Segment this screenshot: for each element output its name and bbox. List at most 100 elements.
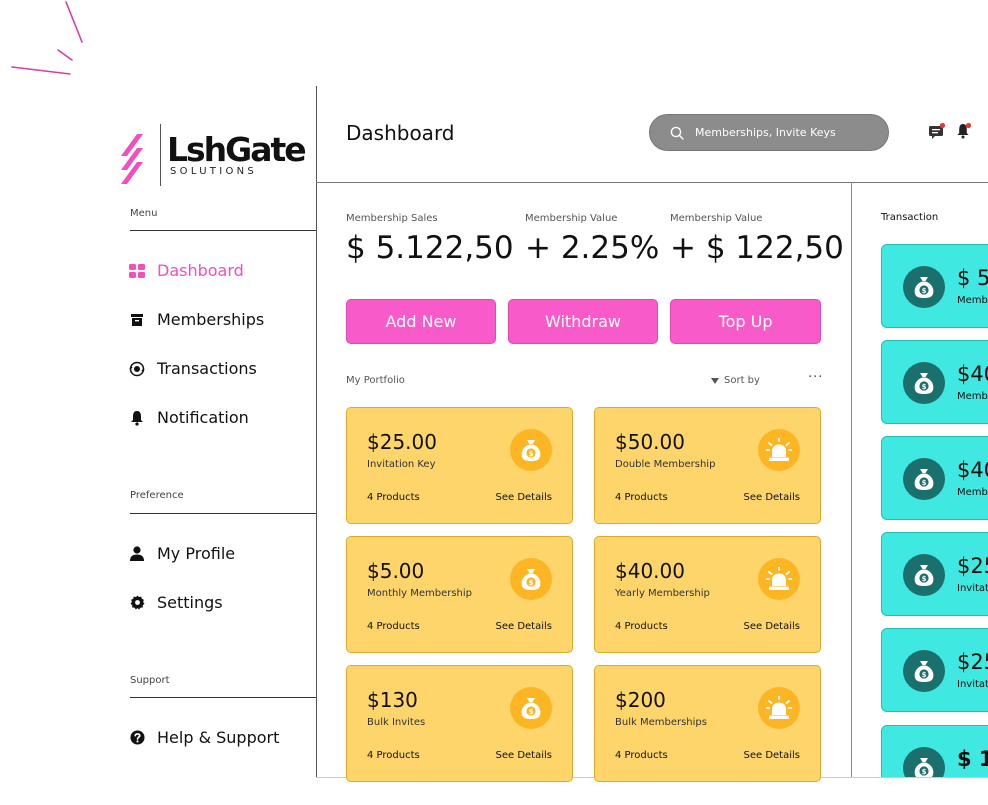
sidebar-item-dashboard[interactable]: Dashboard [129, 261, 244, 280]
transaction-amount: $25 [957, 554, 988, 578]
siren-icon [758, 558, 800, 600]
money-bag-icon: $ [903, 554, 945, 596]
siren-icon [758, 429, 800, 471]
logo-mark-icon [121, 134, 143, 184]
sidebar-item-transactions[interactable]: Transactions [129, 359, 257, 378]
stat-value-membership-amount: + $ 122,50 [670, 230, 844, 266]
svg-text:$: $ [529, 708, 534, 716]
exchange-icon [129, 361, 145, 377]
money-bag-icon: $ [510, 687, 552, 729]
transaction-amount: $40 [957, 362, 988, 386]
sidebar-item-label: Help & Support [157, 728, 280, 747]
transaction-card[interactable]: $ $40 Memb [881, 340, 988, 424]
transaction-type: Memb [957, 391, 988, 402]
portfolio-card[interactable]: $5.00 Monthly Membership 4 Products See … [346, 536, 573, 653]
card-description: Double Membership [615, 459, 716, 470]
see-details-link[interactable]: See Details [744, 492, 801, 503]
grid-icon [129, 263, 145, 279]
stat-value-membership-percent: + 2.25% [525, 230, 660, 266]
sidebar-item-my-profile[interactable]: My Profile [129, 544, 235, 563]
help-icon [129, 730, 145, 746]
see-details-link[interactable]: See Details [744, 621, 801, 632]
notification-bell-icon[interactable] [955, 122, 973, 140]
card-price: $25.00 [367, 430, 437, 454]
sketch-decoration [11, 1, 83, 75]
transaction-card[interactable]: $ $25 Invitat [881, 628, 988, 712]
bell-icon [129, 410, 145, 426]
transaction-card[interactable]: $ $25 Invitat [881, 532, 988, 616]
sidebar-item-label: Settings [157, 593, 223, 612]
stat-label-membership-sales: Membership Sales [346, 213, 438, 224]
svg-text:$: $ [922, 383, 927, 391]
transaction-type: Invitat [957, 583, 988, 594]
portfolio-card[interactable]: $50.00 Double Membership 4 Products See … [594, 407, 821, 524]
search-input[interactable]: Memberships, Invite Keys [649, 114, 889, 151]
menu-section-label: Menu [130, 208, 158, 219]
transaction-card[interactable]: $ $ 1. [881, 725, 988, 777]
card-description: Invitation Key [367, 459, 436, 470]
portfolio-card[interactable]: $130 Bulk Invites 4 Products See Details… [346, 665, 573, 782]
card-description: Monthly Membership [367, 588, 473, 599]
card-price: $200 [615, 688, 666, 712]
card-product-count: 4 Products [615, 492, 668, 503]
money-bag-icon: $ [903, 362, 945, 404]
user-icon [129, 546, 145, 562]
see-details-link[interactable]: See Details [744, 750, 801, 761]
box-icon [129, 312, 145, 328]
sidebar-border [316, 86, 317, 778]
page-title: Dashboard [346, 121, 455, 145]
header-border [316, 182, 988, 183]
card-price: $130 [367, 688, 418, 712]
withdraw-button[interactable]: Withdraw [508, 299, 658, 344]
card-product-count: 4 Products [367, 750, 420, 761]
add-new-button[interactable]: Add New [346, 299, 496, 344]
card-description: Bulk Memberships [615, 717, 707, 728]
support-section-label: Support [130, 675, 170, 686]
money-bag-icon: $ [510, 429, 552, 471]
card-description: Bulk Invites [367, 717, 426, 728]
sidebar-item-settings[interactable]: Settings [129, 593, 223, 612]
portfolio-card[interactable]: $40.00 Yearly Membership 4 Products See … [594, 536, 821, 653]
brand-name: LshGate [167, 130, 307, 169]
transaction-type: Memb [957, 487, 988, 498]
portfolio-card[interactable]: $25.00 Invitation Key 4 Products See Det… [346, 407, 573, 524]
sidebar-item-label: Notification [157, 408, 249, 427]
transaction-amount: $40 [957, 458, 988, 482]
svg-text:$: $ [922, 575, 927, 583]
transaction-panel-label: Transaction [881, 212, 939, 223]
menu-divider [130, 230, 316, 231]
top-up-button[interactable]: Top Up [670, 299, 821, 344]
money-bag-icon: $ [903, 747, 945, 777]
see-details-link[interactable]: See Details [496, 750, 553, 761]
money-bag-icon: $ [903, 458, 945, 500]
stat-value-membership-sales: $ 5.122,50 [346, 230, 514, 266]
stat-label-membership-value-2: Membership Value [670, 213, 763, 224]
sidebar-item-label: Memberships [157, 310, 265, 329]
transaction-type: Memb [957, 295, 988, 306]
svg-text:$: $ [922, 671, 927, 679]
see-details-link[interactable]: See Details [496, 492, 553, 503]
messages-icon[interactable] [928, 122, 946, 140]
svg-text:$: $ [922, 287, 927, 295]
transaction-amount: $ 5 [957, 266, 988, 290]
preference-section-label: Preference [130, 490, 184, 501]
card-price: $50.00 [615, 430, 685, 454]
more-options-icon[interactable]: ··· [808, 370, 823, 385]
see-details-link[interactable]: See Details [496, 621, 553, 632]
sidebar-item-memberships[interactable]: Memberships [129, 310, 264, 329]
portfolio-card[interactable]: $200 Bulk Memberships 4 Products See Det… [594, 665, 821, 782]
sort-label: Sort by [724, 375, 760, 386]
sidebar-item-help-support[interactable]: Help & Support [129, 728, 279, 747]
card-product-count: 4 Products [367, 621, 420, 632]
svg-text:$: $ [529, 579, 534, 587]
sidebar-item-notification[interactable]: Notification [129, 408, 249, 427]
transaction-card[interactable]: $ $ 5 Memb [881, 244, 988, 328]
sort-dropdown[interactable]: Sort by [711, 375, 760, 386]
card-description: Yearly Membership [615, 588, 710, 599]
sidebar-item-label: My Profile [157, 544, 236, 563]
siren-icon [758, 687, 800, 729]
brand-logo[interactable]: LshGate SOLUTIONS [117, 124, 307, 186]
support-divider [130, 697, 316, 698]
transaction-card[interactable]: $ $40 Memb [881, 436, 988, 520]
card-product-count: 4 Products [615, 621, 668, 632]
